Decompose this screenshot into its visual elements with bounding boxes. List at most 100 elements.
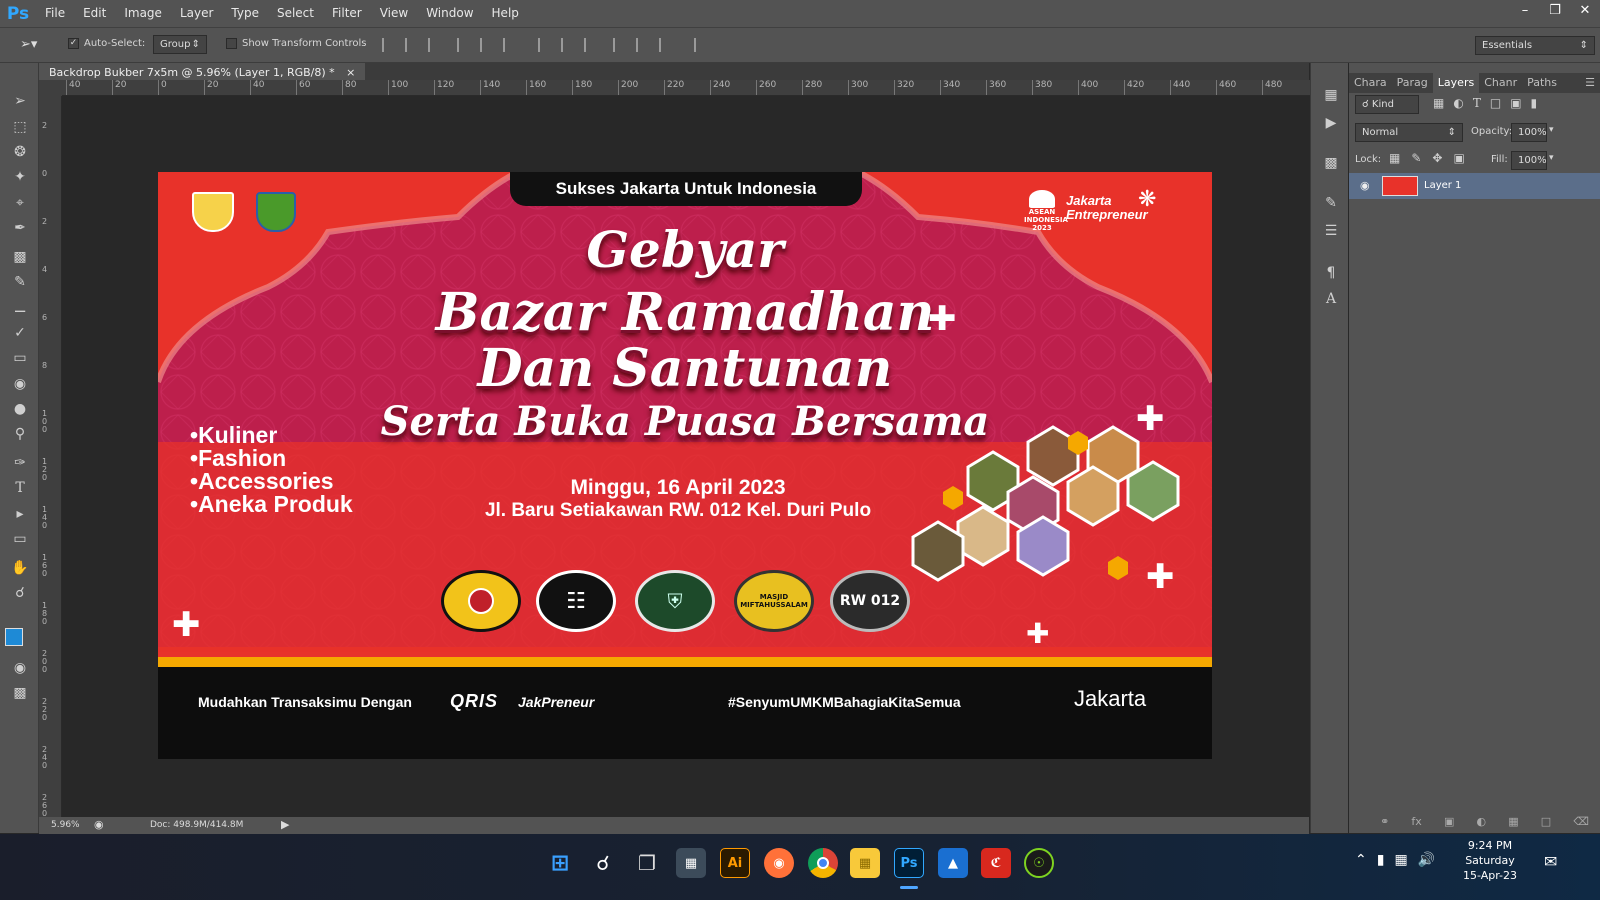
lock-all-icon[interactable]: ▣ — [1453, 151, 1464, 165]
fill-arrow-icon[interactable]: ▾ — [1549, 153, 1554, 163]
type-filter-icon[interactable]: T — [1473, 96, 1481, 110]
menu-view[interactable]: View — [371, 0, 417, 27]
search-icon[interactable]: ☌ — [588, 848, 618, 878]
distribute-hcenter-icon[interactable] — [636, 38, 650, 52]
calculator-icon[interactable]: ▦ — [676, 848, 706, 878]
brush-tool-icon[interactable]: ✎ — [8, 272, 32, 292]
panel-menu-icon[interactable]: ☰ — [1580, 73, 1600, 93]
align-vcenter-icon[interactable] — [405, 38, 419, 52]
layer-kind-filter[interactable]: ☌ Kind — [1355, 95, 1419, 114]
chevron-up-icon[interactable]: ⌃ — [1355, 852, 1367, 868]
chrome-icon[interactable] — [808, 848, 838, 878]
menu-select[interactable]: Select — [268, 0, 323, 27]
menu-edit[interactable]: Edit — [74, 0, 115, 27]
pixel-filter-icon[interactable]: ▦ — [1433, 96, 1444, 110]
fill-input[interactable]: 100% — [1511, 151, 1547, 170]
paint-bucket-icon[interactable]: ◉ — [8, 374, 32, 394]
adjustment-filter-icon[interactable]: ◐ — [1453, 96, 1463, 110]
properties-panel-icon[interactable]: ☰ — [1319, 221, 1343, 241]
tab-character[interactable]: Chara — [1349, 73, 1392, 93]
new-group-icon[interactable]: ▦ — [1508, 815, 1518, 833]
stamp-tool-icon[interactable]: ⚊ — [8, 298, 32, 318]
menu-type[interactable]: Type — [222, 0, 268, 27]
move-tool-icon[interactable]: ➢ — [8, 91, 32, 111]
opacity-arrow-icon[interactable]: ▾ — [1549, 125, 1554, 135]
lock-transparency-icon[interactable]: ▦ — [1389, 151, 1400, 165]
tab-layers[interactable]: Layers — [1432, 73, 1480, 93]
menu-file[interactable]: File — [36, 0, 74, 27]
pen-tool-icon[interactable]: ✑ — [8, 453, 32, 473]
link-layers-icon[interactable]: ⚭ — [1380, 815, 1389, 833]
dodge-tool-icon[interactable]: ⚲ — [8, 424, 32, 444]
auto-select-checkbox[interactable]: ✓ — [68, 38, 79, 49]
distribute-vcenter-icon[interactable] — [561, 38, 575, 52]
zoom-level[interactable]: 5.96% — [51, 820, 80, 830]
visibility-eye-icon[interactable]: ◉ — [1360, 179, 1370, 192]
tab-channels[interactable]: Chanr — [1479, 73, 1522, 93]
opacity-input[interactable]: 100% — [1511, 123, 1547, 142]
quick-mask-icon[interactable]: ◉ — [8, 658, 32, 678]
eyedropper-icon[interactable]: ✒ — [8, 218, 32, 238]
battery-icon[interactable]: ▮ — [1377, 852, 1385, 868]
task-view-icon[interactable]: ❐ — [632, 848, 662, 878]
photos-icon[interactable]: ▲ — [938, 848, 968, 878]
distribute-right-icon[interactable] — [659, 38, 673, 52]
document-canvas[interactable]: Sukses Jakarta Untuk Indonesia ASEAN IND… — [158, 172, 1212, 759]
firefox-icon[interactable]: ◉ — [764, 848, 794, 878]
menu-window[interactable]: Window — [417, 0, 482, 27]
blend-mode-dropdown[interactable]: Normal ⇕ — [1355, 123, 1463, 142]
hand-tool-icon[interactable]: ✋ — [8, 558, 32, 578]
type-tool-icon[interactable]: T — [8, 478, 32, 498]
align-right-icon[interactable] — [503, 38, 517, 52]
crop-tool-icon[interactable]: ⌖ — [8, 193, 32, 213]
shape-filter-icon[interactable]: □ — [1490, 96, 1501, 110]
adjustments-panel-icon[interactable]: ▩ — [1319, 153, 1343, 173]
tab-paths[interactable]: Paths — [1522, 73, 1562, 93]
start-icon[interactable]: ⊞ — [545, 848, 575, 878]
marquee-tool-icon[interactable]: ⬚ — [8, 117, 32, 137]
adjustment-layer-icon[interactable]: ◐ — [1477, 815, 1487, 833]
shape-tool-icon[interactable]: ▭ — [8, 529, 32, 549]
file-explorer-icon[interactable]: ▦ — [850, 848, 880, 878]
screen-mode-icon[interactable]: ▩ — [8, 683, 32, 703]
character-panel-icon[interactable]: A — [1319, 289, 1343, 309]
distribute-bottom-icon[interactable] — [584, 38, 598, 52]
align-bottom-icon[interactable] — [428, 38, 442, 52]
lasso-tool-icon[interactable]: ❂ — [8, 142, 32, 162]
history-panel-icon[interactable]: ▦ — [1319, 85, 1343, 105]
menu-layer[interactable]: Layer — [171, 0, 222, 27]
auto-align-icon[interactable] — [694, 38, 708, 52]
tab-paragraph[interactable]: Parag — [1392, 73, 1433, 93]
eraser-icon[interactable]: ▭ — [8, 348, 32, 368]
workspace-dropdown[interactable]: Essentials ⇕ — [1475, 36, 1595, 55]
smart-object-filter-icon[interactable]: ▣ — [1510, 96, 1521, 110]
photoshop-taskbar-icon[interactable]: Ps — [894, 848, 924, 878]
auto-select-dropdown[interactable]: Group ⇕ — [153, 35, 207, 54]
distribute-top-icon[interactable] — [538, 38, 552, 52]
move-tool-icon[interactable]: ➢▾ — [20, 37, 37, 52]
path-select-icon[interactable]: ▸ — [8, 504, 32, 524]
foreground-color-swatch[interactable] — [5, 628, 23, 646]
history-brush-icon[interactable]: ✓ — [8, 323, 32, 343]
menu-image[interactable]: Image — [115, 0, 171, 27]
zoom-tool-icon[interactable]: ☌ — [8, 583, 32, 603]
layer-row[interactable]: ◉ Layer 1 — [1349, 173, 1600, 199]
clock[interactable]: 9:24 PM Saturday 15-Apr-23 — [1452, 838, 1528, 883]
menu-help[interactable]: Help — [483, 0, 528, 27]
new-layer-icon[interactable]: □ — [1541, 815, 1551, 833]
lock-pixels-icon[interactable]: ✎ — [1411, 151, 1421, 165]
ruler-origin[interactable] — [39, 80, 62, 96]
brush-panel-icon[interactable]: ✎ — [1319, 193, 1343, 213]
add-mask-icon[interactable]: ▣ — [1444, 815, 1454, 833]
fx-icon[interactable]: fx — [1411, 815, 1421, 833]
delete-layer-icon[interactable]: ⌫ — [1573, 815, 1589, 833]
volume-icon[interactable]: 🔊 — [1418, 852, 1435, 868]
align-hcenter-icon[interactable] — [480, 38, 494, 52]
notification-icon[interactable]: ✉ — [1544, 852, 1557, 871]
close-tab-icon[interactable]: × — [346, 66, 355, 79]
align-left-icon[interactable] — [457, 38, 471, 52]
minimize-icon[interactable]: – — [1510, 0, 1540, 20]
actions-play-icon[interactable]: ▶ — [1319, 113, 1343, 133]
transform-controls-checkbox[interactable] — [226, 38, 237, 49]
align-top-icon[interactable] — [382, 38, 396, 52]
